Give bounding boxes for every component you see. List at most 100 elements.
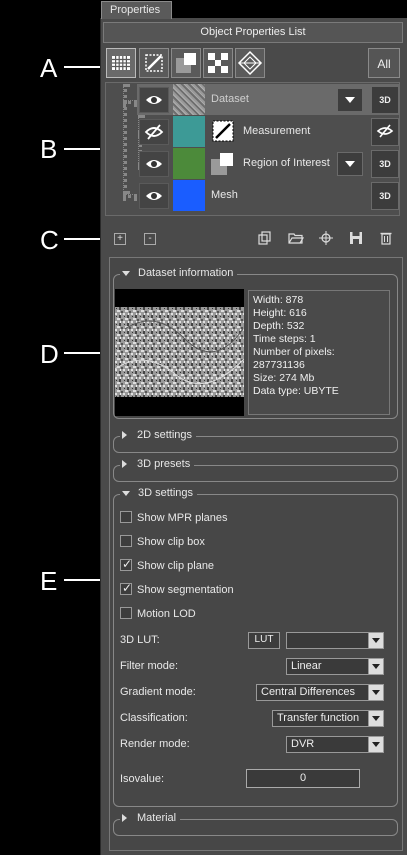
panel-title: Object Properties List — [103, 22, 403, 43]
tree-line — [123, 194, 137, 198]
eye-icon — [146, 96, 162, 104]
object-label: Region of Interest — [243, 157, 330, 169]
checkbox[interactable]: ✓ — [120, 557, 133, 572]
group-header-2d-settings[interactable]: 2D settings — [120, 429, 197, 441]
color-swatch[interactable] — [173, 148, 205, 179]
callout-c: C — [40, 225, 59, 255]
roi-filter-button[interactable] — [171, 48, 201, 78]
render-mode-select[interactable]: DVR — [286, 736, 384, 753]
eye-hidden-icon — [376, 124, 394, 138]
group-header-3d-settings[interactable]: 3D settings — [120, 487, 198, 499]
visibility-toggle[interactable] — [139, 151, 169, 177]
chevron-down-icon — [368, 659, 383, 674]
expand-arrow-icon — [122, 270, 130, 276]
isovalue-field[interactable]: 0 — [246, 769, 360, 788]
duplicate-icon[interactable] — [258, 231, 272, 245]
dataset-preview-image — [114, 289, 245, 416]
callout-e: E — [40, 566, 58, 596]
chevron-down-icon — [345, 161, 355, 167]
save-icon[interactable] — [349, 231, 363, 245]
checkbox[interactable] — [120, 535, 132, 548]
object-label: Measurement — [243, 125, 311, 137]
filter-mode-select[interactable]: Linear — [286, 658, 384, 675]
group-header-material[interactable]: Material — [120, 812, 181, 824]
render-mode-label: Render mode: — [120, 738, 190, 750]
callout-b: B — [40, 134, 58, 164]
visibility-toggle[interactable] — [139, 119, 169, 145]
chevron-down-icon — [368, 633, 383, 648]
list-item-dataset[interactable]: Dataset 3D — [137, 84, 399, 115]
network-icon — [208, 53, 228, 73]
visibility-toggle[interactable] — [139, 183, 169, 209]
color-swatch[interactable] — [173, 116, 205, 147]
classification-label: Classification: — [120, 712, 188, 724]
eye-hidden-icon — [144, 124, 164, 140]
ruler-icon — [145, 54, 163, 72]
list-item-roi[interactable]: Region of Interest 3D — [137, 148, 399, 179]
list-item-mesh[interactable]: Mesh 3D — [137, 180, 399, 211]
grid-view-button[interactable] — [106, 48, 136, 78]
gradient-mode-label: Gradient mode: — [120, 686, 196, 698]
callout-d: D — [40, 339, 59, 369]
chevron-down-icon — [368, 711, 383, 726]
view-3d-button[interactable] — [371, 118, 399, 146]
checkbox-show-mpr-planes[interactable]: Show MPR planes — [120, 511, 228, 528]
eye-icon — [146, 160, 162, 168]
checkbox[interactable] — [120, 511, 132, 524]
tree-line — [123, 100, 137, 104]
view-3d-button[interactable]: 3D — [371, 182, 399, 210]
chevron-down-icon — [368, 685, 383, 700]
callout-a: A — [40, 53, 58, 83]
checkbox-show-segmentation[interactable]: ✓ Show segmentation — [120, 581, 234, 600]
color-swatch[interactable] — [173, 180, 205, 211]
collapsed-arrow-icon — [122, 460, 127, 469]
checkbox[interactable]: ✓ — [120, 581, 133, 596]
group-header-dataset-info[interactable]: Dataset information — [120, 267, 238, 279]
mesh-filter-button[interactable] — [235, 48, 265, 78]
view-3d-button[interactable]: 3D — [371, 150, 399, 178]
checkbox-show-clip-box[interactable]: Show clip box — [120, 535, 205, 552]
roi-icon — [176, 53, 196, 73]
collapsed-arrow-icon — [122, 431, 127, 440]
measure-filter-button[interactable] — [139, 48, 169, 78]
center-icon[interactable] — [319, 231, 333, 245]
classification-select[interactable]: Transfer function — [272, 710, 384, 727]
view-3d-button[interactable]: 3D — [371, 86, 399, 114]
lut-label: 3D LUT: — [120, 634, 160, 646]
checkbox-show-clip-plane[interactable]: ✓ Show clip plane — [120, 557, 214, 576]
chevron-down-icon — [345, 97, 355, 103]
folder-open-icon[interactable] — [288, 231, 305, 245]
dataset-thumbnail — [173, 84, 205, 115]
measurement-icon — [211, 119, 235, 143]
checkbox[interactable] — [120, 607, 132, 620]
checkbox-motion-lod[interactable]: Motion LOD — [120, 607, 196, 624]
isovalue-label: Isovalue: — [120, 773, 165, 785]
grid-icon — [112, 56, 130, 70]
group-header-3d-presets[interactable]: 3D presets — [120, 458, 195, 470]
dataset-info-text: Width: 878 Height: 616 Depth: 532 Time s… — [248, 290, 390, 415]
filter-mode-label: Filter mode: — [120, 660, 179, 672]
check-icon: ✓ — [122, 557, 133, 572]
lut-button[interactable]: LUT — [248, 632, 280, 649]
visibility-toggle[interactable] — [139, 87, 169, 113]
chevron-down-icon — [368, 737, 383, 752]
eye-icon — [146, 192, 162, 200]
roi-icon — [209, 150, 237, 178]
expand-arrow-icon — [122, 490, 130, 496]
object-label: Dataset — [211, 93, 249, 105]
gradient-mode-select[interactable]: Central Differences — [256, 684, 384, 701]
collapse-all-button[interactable]: - — [144, 233, 156, 245]
lut-select[interactable] — [286, 632, 384, 649]
object-dropdown[interactable] — [337, 152, 363, 176]
tab-properties[interactable]: Properties — [101, 1, 172, 19]
list-item-measurement[interactable]: Measurement — [137, 116, 399, 147]
check-icon: ✓ — [122, 581, 133, 596]
object-dropdown[interactable] — [337, 88, 363, 112]
object-label: Mesh — [211, 189, 238, 201]
delete-icon[interactable] — [379, 231, 393, 245]
all-filter-button[interactable]: All — [368, 48, 400, 78]
mesh-icon — [237, 50, 263, 76]
expand-all-button[interactable]: + — [114, 233, 126, 245]
collapsed-arrow-icon — [122, 814, 127, 823]
network-filter-button[interactable] — [203, 48, 233, 78]
